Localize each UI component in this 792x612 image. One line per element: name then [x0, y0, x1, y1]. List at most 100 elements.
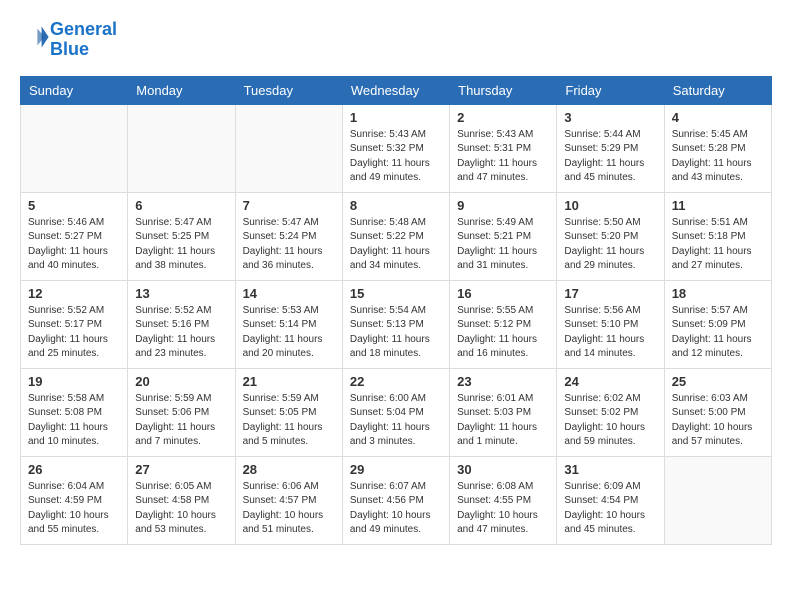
day-info: Sunrise: 6:06 AM Sunset: 4:57 PM Dayligh…: [243, 480, 335, 538]
day-info: Sunrise: 5:47 AM Sunset: 5:24 PM Dayligh…: [243, 216, 335, 274]
day-number: 26: [28, 462, 120, 477]
day-info: Sunrise: 6:09 AM Sunset: 4:54 PM Dayligh…: [564, 480, 656, 538]
weekday-header-friday: Friday: [557, 76, 664, 104]
calendar: SundayMondayTuesdayWednesdayThursdayFrid…: [20, 76, 772, 545]
day-cell: 28 Sunrise: 6:06 AM Sunset: 4:57 PM Dayli…: [235, 456, 342, 544]
day-number: 27: [135, 462, 227, 477]
day-cell: 1 Sunrise: 5:43 AM Sunset: 5:32 PM Daylig…: [342, 104, 449, 192]
weekday-header-thursday: Thursday: [450, 76, 557, 104]
day-number: 10: [564, 198, 656, 213]
day-info: Sunrise: 5:52 AM Sunset: 5:17 PM Dayligh…: [28, 304, 120, 362]
day-info: Sunrise: 5:43 AM Sunset: 5:32 PM Dayligh…: [350, 128, 442, 186]
day-cell: 17 Sunrise: 5:56 AM Sunset: 5:10 PM Dayli…: [557, 280, 664, 368]
day-cell: 31 Sunrise: 6:09 AM Sunset: 4:54 PM Dayli…: [557, 456, 664, 544]
day-info: Sunrise: 6:04 AM Sunset: 4:59 PM Dayligh…: [28, 480, 120, 538]
day-cell: 12 Sunrise: 5:52 AM Sunset: 5:17 PM Dayli…: [21, 280, 128, 368]
day-cell: 18 Sunrise: 5:57 AM Sunset: 5:09 PM Dayli…: [664, 280, 771, 368]
day-number: 25: [672, 374, 764, 389]
day-cell: 16Sunrise: 5:55 AM Sunset: 5:12 PM Dayli…: [450, 280, 557, 368]
day-number: 31: [564, 462, 656, 477]
day-number: 20: [135, 374, 227, 389]
day-info: Sunrise: 5:51 AM Sunset: 5:18 PM Dayligh…: [672, 216, 764, 274]
day-number: 6: [135, 198, 227, 213]
week-row-1: 1 Sunrise: 5:43 AM Sunset: 5:32 PM Daylig…: [21, 104, 772, 192]
week-row-3: 12 Sunrise: 5:52 AM Sunset: 5:17 PM Dayli…: [21, 280, 772, 368]
day-info: Sunrise: 5:58 AM Sunset: 5:08 PM Dayligh…: [28, 392, 120, 450]
logo-text: GeneralBlue: [50, 20, 117, 60]
day-info: Sunrise: 6:07 AM Sunset: 4:56 PM Dayligh…: [350, 480, 442, 538]
day-cell: 23 Sunrise: 6:01 AM Sunset: 5:03 PM Dayli…: [450, 368, 557, 456]
day-number: 17: [564, 286, 656, 301]
day-cell: 22Sunrise: 6:00 AM Sunset: 5:04 PM Dayli…: [342, 368, 449, 456]
day-info: Sunrise: 5:59 AM Sunset: 5:06 PM Dayligh…: [135, 392, 227, 450]
day-cell: 9Sunrise: 5:49 AM Sunset: 5:21 PM Daylig…: [450, 192, 557, 280]
logo: GeneralBlue: [20, 20, 117, 60]
day-info: Sunrise: 5:56 AM Sunset: 5:10 PM Dayligh…: [564, 304, 656, 362]
day-number: 23: [457, 374, 549, 389]
weekday-header-monday: Monday: [128, 76, 235, 104]
day-info: Sunrise: 6:05 AM Sunset: 4:58 PM Dayligh…: [135, 480, 227, 538]
day-number: 7: [243, 198, 335, 213]
day-cell: 3 Sunrise: 5:44 AM Sunset: 5:29 PM Daylig…: [557, 104, 664, 192]
day-number: 1: [350, 110, 442, 125]
day-number: 15: [350, 286, 442, 301]
day-info: Sunrise: 5:43 AM Sunset: 5:31 PM Dayligh…: [457, 128, 549, 186]
day-cell: 29 Sunrise: 6:07 AM Sunset: 4:56 PM Dayli…: [342, 456, 449, 544]
day-cell: 20 Sunrise: 5:59 AM Sunset: 5:06 PM Dayli…: [128, 368, 235, 456]
day-cell: 10 Sunrise: 5:50 AM Sunset: 5:20 PM Dayli…: [557, 192, 664, 280]
day-cell: 6Sunrise: 5:47 AM Sunset: 5:25 PM Daylig…: [128, 192, 235, 280]
day-number: 28: [243, 462, 335, 477]
day-cell: [664, 456, 771, 544]
day-cell: 8 Sunrise: 5:48 AM Sunset: 5:22 PM Daylig…: [342, 192, 449, 280]
day-number: 5: [28, 198, 120, 213]
day-number: 29: [350, 462, 442, 477]
day-info: Sunrise: 5:55 AM Sunset: 5:12 PM Dayligh…: [457, 304, 549, 362]
weekday-header-sunday: Sunday: [21, 76, 128, 104]
weekday-header-tuesday: Tuesday: [235, 76, 342, 104]
day-info: Sunrise: 5:52 AM Sunset: 5:16 PM Dayligh…: [135, 304, 227, 362]
week-row-4: 19 Sunrise: 5:58 AM Sunset: 5:08 PM Dayli…: [21, 368, 772, 456]
weekday-header-wednesday: Wednesday: [342, 76, 449, 104]
day-info: Sunrise: 5:53 AM Sunset: 5:14 PM Dayligh…: [243, 304, 335, 362]
day-number: 14: [243, 286, 335, 301]
day-number: 8: [350, 198, 442, 213]
day-number: 30: [457, 462, 549, 477]
day-cell: 11 Sunrise: 5:51 AM Sunset: 5:18 PM Dayli…: [664, 192, 771, 280]
day-cell: [235, 104, 342, 192]
day-cell: 19 Sunrise: 5:58 AM Sunset: 5:08 PM Dayli…: [21, 368, 128, 456]
day-cell: 30 Sunrise: 6:08 AM Sunset: 4:55 PM Dayli…: [450, 456, 557, 544]
day-number: 19: [28, 374, 120, 389]
day-number: 4: [672, 110, 764, 125]
day-cell: [128, 104, 235, 192]
day-cell: 24Sunrise: 6:02 AM Sunset: 5:02 PM Dayli…: [557, 368, 664, 456]
day-cell: 21Sunrise: 5:59 AM Sunset: 5:05 PM Dayli…: [235, 368, 342, 456]
day-cell: 27 Sunrise: 6:05 AM Sunset: 4:58 PM Dayli…: [128, 456, 235, 544]
day-number: 13: [135, 286, 227, 301]
day-info: Sunrise: 6:08 AM Sunset: 4:55 PM Dayligh…: [457, 480, 549, 538]
day-number: 18: [672, 286, 764, 301]
day-number: 3: [564, 110, 656, 125]
day-cell: 26 Sunrise: 6:04 AM Sunset: 4:59 PM Dayli…: [21, 456, 128, 544]
day-cell: 15Sunrise: 5:54 AM Sunset: 5:13 PM Dayli…: [342, 280, 449, 368]
day-info: Sunrise: 5:50 AM Sunset: 5:20 PM Dayligh…: [564, 216, 656, 274]
day-cell: 7 Sunrise: 5:47 AM Sunset: 5:24 PM Daylig…: [235, 192, 342, 280]
day-number: 11: [672, 198, 764, 213]
day-info: Sunrise: 5:46 AM Sunset: 5:27 PM Dayligh…: [28, 216, 120, 274]
weekday-header-row: SundayMondayTuesdayWednesdayThursdayFrid…: [21, 76, 772, 104]
day-cell: [21, 104, 128, 192]
day-info: Sunrise: 6:03 AM Sunset: 5:00 PM Dayligh…: [672, 392, 764, 450]
day-info: Sunrise: 5:57 AM Sunset: 5:09 PM Dayligh…: [672, 304, 764, 362]
day-cell: 14 Sunrise: 5:53 AM Sunset: 5:14 PM Dayli…: [235, 280, 342, 368]
day-number: 24: [564, 374, 656, 389]
day-number: 12: [28, 286, 120, 301]
day-info: Sunrise: 5:44 AM Sunset: 5:29 PM Dayligh…: [564, 128, 656, 186]
day-number: 22: [350, 374, 442, 389]
day-cell: 25 Sunrise: 6:03 AM Sunset: 5:00 PM Dayli…: [664, 368, 771, 456]
day-cell: 5 Sunrise: 5:46 AM Sunset: 5:27 PM Daylig…: [21, 192, 128, 280]
week-row-2: 5 Sunrise: 5:46 AM Sunset: 5:27 PM Daylig…: [21, 192, 772, 280]
day-info: Sunrise: 5:45 AM Sunset: 5:28 PM Dayligh…: [672, 128, 764, 186]
day-info: Sunrise: 6:01 AM Sunset: 5:03 PM Dayligh…: [457, 392, 549, 450]
weekday-header-saturday: Saturday: [664, 76, 771, 104]
day-info: Sunrise: 5:48 AM Sunset: 5:22 PM Dayligh…: [350, 216, 442, 274]
day-number: 9: [457, 198, 549, 213]
